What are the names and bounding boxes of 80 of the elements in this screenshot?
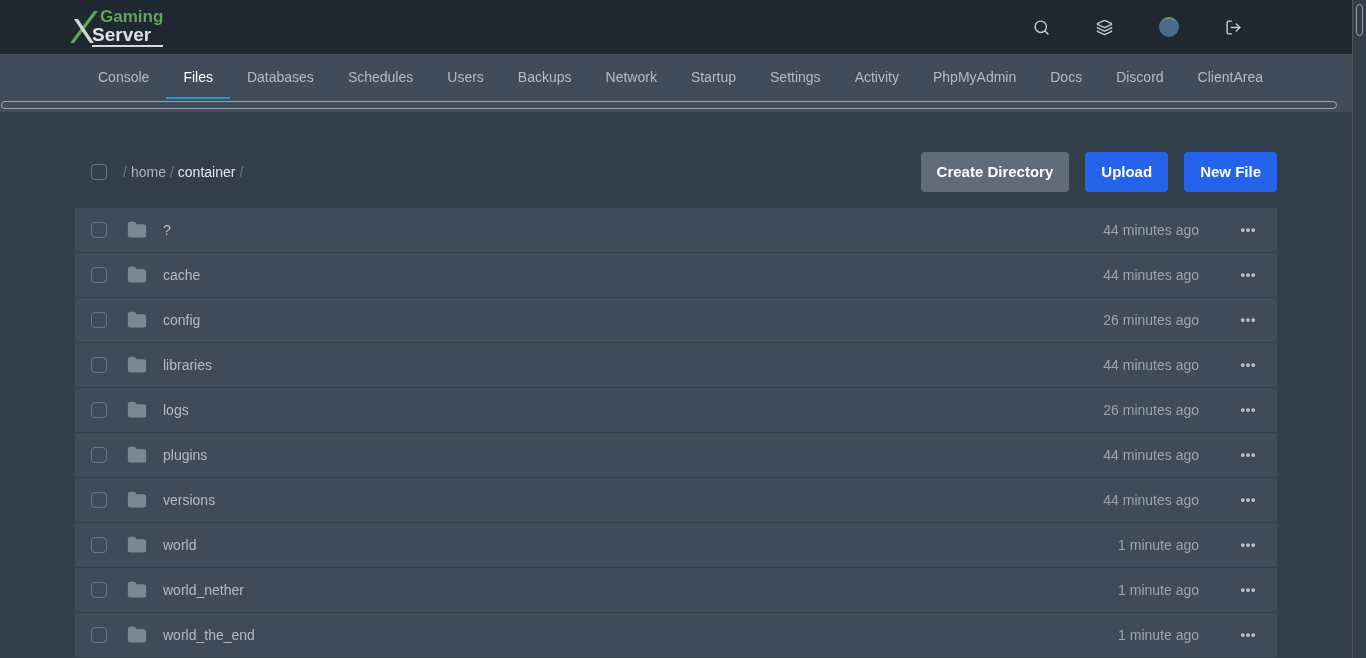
file-name: versions xyxy=(163,490,216,510)
modified-time: 44 minutes ago xyxy=(1103,445,1199,465)
folder-icon xyxy=(127,580,147,600)
file-row[interactable]: logs 26 minutes ago xyxy=(75,388,1277,433)
layers-icon[interactable] xyxy=(1096,18,1113,36)
logo-text: Gaming xyxy=(99,7,164,25)
nav-tab[interactable]: Databases xyxy=(229,54,331,100)
modified-time: 44 minutes ago xyxy=(1103,220,1199,240)
file-row[interactable]: plugins 44 minutes ago xyxy=(75,433,1277,478)
folder-icon xyxy=(127,355,147,375)
file-name: cache xyxy=(163,265,201,285)
folder-icon xyxy=(127,400,147,420)
nav-tab[interactable]: Discord xyxy=(1099,54,1181,100)
folder-icon xyxy=(127,220,147,240)
logo-text: Server xyxy=(92,24,164,47)
modified-time: 26 minutes ago xyxy=(1103,310,1199,330)
logo[interactable]: Gaming Server xyxy=(68,5,164,50)
checkbox[interactable] xyxy=(91,267,107,283)
nav-tab[interactable]: Activity xyxy=(837,54,916,100)
file-row[interactable]: world_the_end 1 minute ago xyxy=(75,613,1277,658)
nav-tab[interactable]: Settings xyxy=(753,54,838,100)
path-separator: / xyxy=(169,162,174,182)
file-row[interactable]: world_nether 1 minute ago xyxy=(75,568,1277,613)
file-name: config xyxy=(163,310,201,330)
logout-icon[interactable] xyxy=(1225,18,1242,36)
checkbox[interactable] xyxy=(91,222,107,238)
nav-tab[interactable]: Console xyxy=(81,54,167,100)
folder-icon xyxy=(127,535,147,555)
file-name: ? xyxy=(163,220,171,240)
modified-time: 1 minute ago xyxy=(1118,580,1199,600)
modified-time: 44 minutes ago xyxy=(1103,355,1199,375)
checkbox[interactable] xyxy=(91,447,107,463)
nav-tab[interactable]: Backups xyxy=(500,54,589,100)
folder-icon xyxy=(127,625,147,645)
action-button[interactable]: Upload xyxy=(1085,152,1169,192)
file-row[interactable]: versions 44 minutes ago xyxy=(75,478,1277,523)
checkbox[interactable] xyxy=(91,164,107,180)
checkbox[interactable] xyxy=(91,312,107,328)
checkbox[interactable] xyxy=(91,627,107,643)
folder-icon xyxy=(127,490,147,510)
path-separator: / xyxy=(123,162,127,182)
nav-tab[interactable]: Startup xyxy=(673,54,754,100)
checkbox[interactable] xyxy=(91,357,107,373)
file-name: logs xyxy=(163,400,189,420)
nav-tab[interactable]: Network xyxy=(588,54,674,100)
file-row[interactable]: config 26 minutes ago xyxy=(75,298,1277,343)
action-button[interactable]: Create Directory xyxy=(920,152,1070,192)
file-row[interactable]: ? 44 minutes ago xyxy=(75,208,1277,253)
file-name: plugins xyxy=(163,445,208,465)
checkbox[interactable] xyxy=(91,582,107,598)
folder-icon xyxy=(127,445,147,465)
modified-time: 1 minute ago xyxy=(1118,535,1199,555)
modified-time: 1 minute ago xyxy=(1118,625,1199,645)
breadcrumb-link[interactable]: home xyxy=(130,161,166,183)
modified-time: 26 minutes ago xyxy=(1103,400,1199,420)
nav-tab[interactable]: ClientArea xyxy=(1180,54,1280,100)
file-name: world_the_end xyxy=(163,625,255,645)
action-button[interactable]: New File xyxy=(1184,152,1277,192)
folder-icon xyxy=(127,310,147,330)
nav-tab[interactable]: Docs xyxy=(1033,54,1100,100)
file-row[interactable]: libraries 44 minutes ago xyxy=(75,343,1277,388)
file-name: libraries xyxy=(163,355,212,375)
folder-icon xyxy=(127,265,147,285)
file-name: world xyxy=(163,535,197,555)
file-row[interactable]: world 1 minute ago xyxy=(75,523,1277,568)
checkbox[interactable] xyxy=(91,537,107,553)
checkbox[interactable] xyxy=(91,492,107,508)
file-row[interactable]: cache 44 minutes ago xyxy=(75,253,1277,298)
nav-tab[interactable]: Schedules xyxy=(330,54,431,100)
checkbox[interactable] xyxy=(91,402,107,418)
modified-time: 44 minutes ago xyxy=(1103,265,1199,285)
modified-time: 44 minutes ago xyxy=(1103,490,1199,510)
nav-tab[interactable]: PhpMyAdmin xyxy=(915,54,1034,100)
nav-tab[interactable]: Files xyxy=(166,54,230,100)
search-icon[interactable] xyxy=(1033,18,1050,36)
file-name: world_nether xyxy=(163,580,244,600)
avatar[interactable] xyxy=(1159,17,1179,38)
page-scrollbar[interactable] xyxy=(1352,0,1366,658)
path-separator: / xyxy=(239,162,244,182)
nav-tab[interactable]: Users xyxy=(430,54,501,100)
